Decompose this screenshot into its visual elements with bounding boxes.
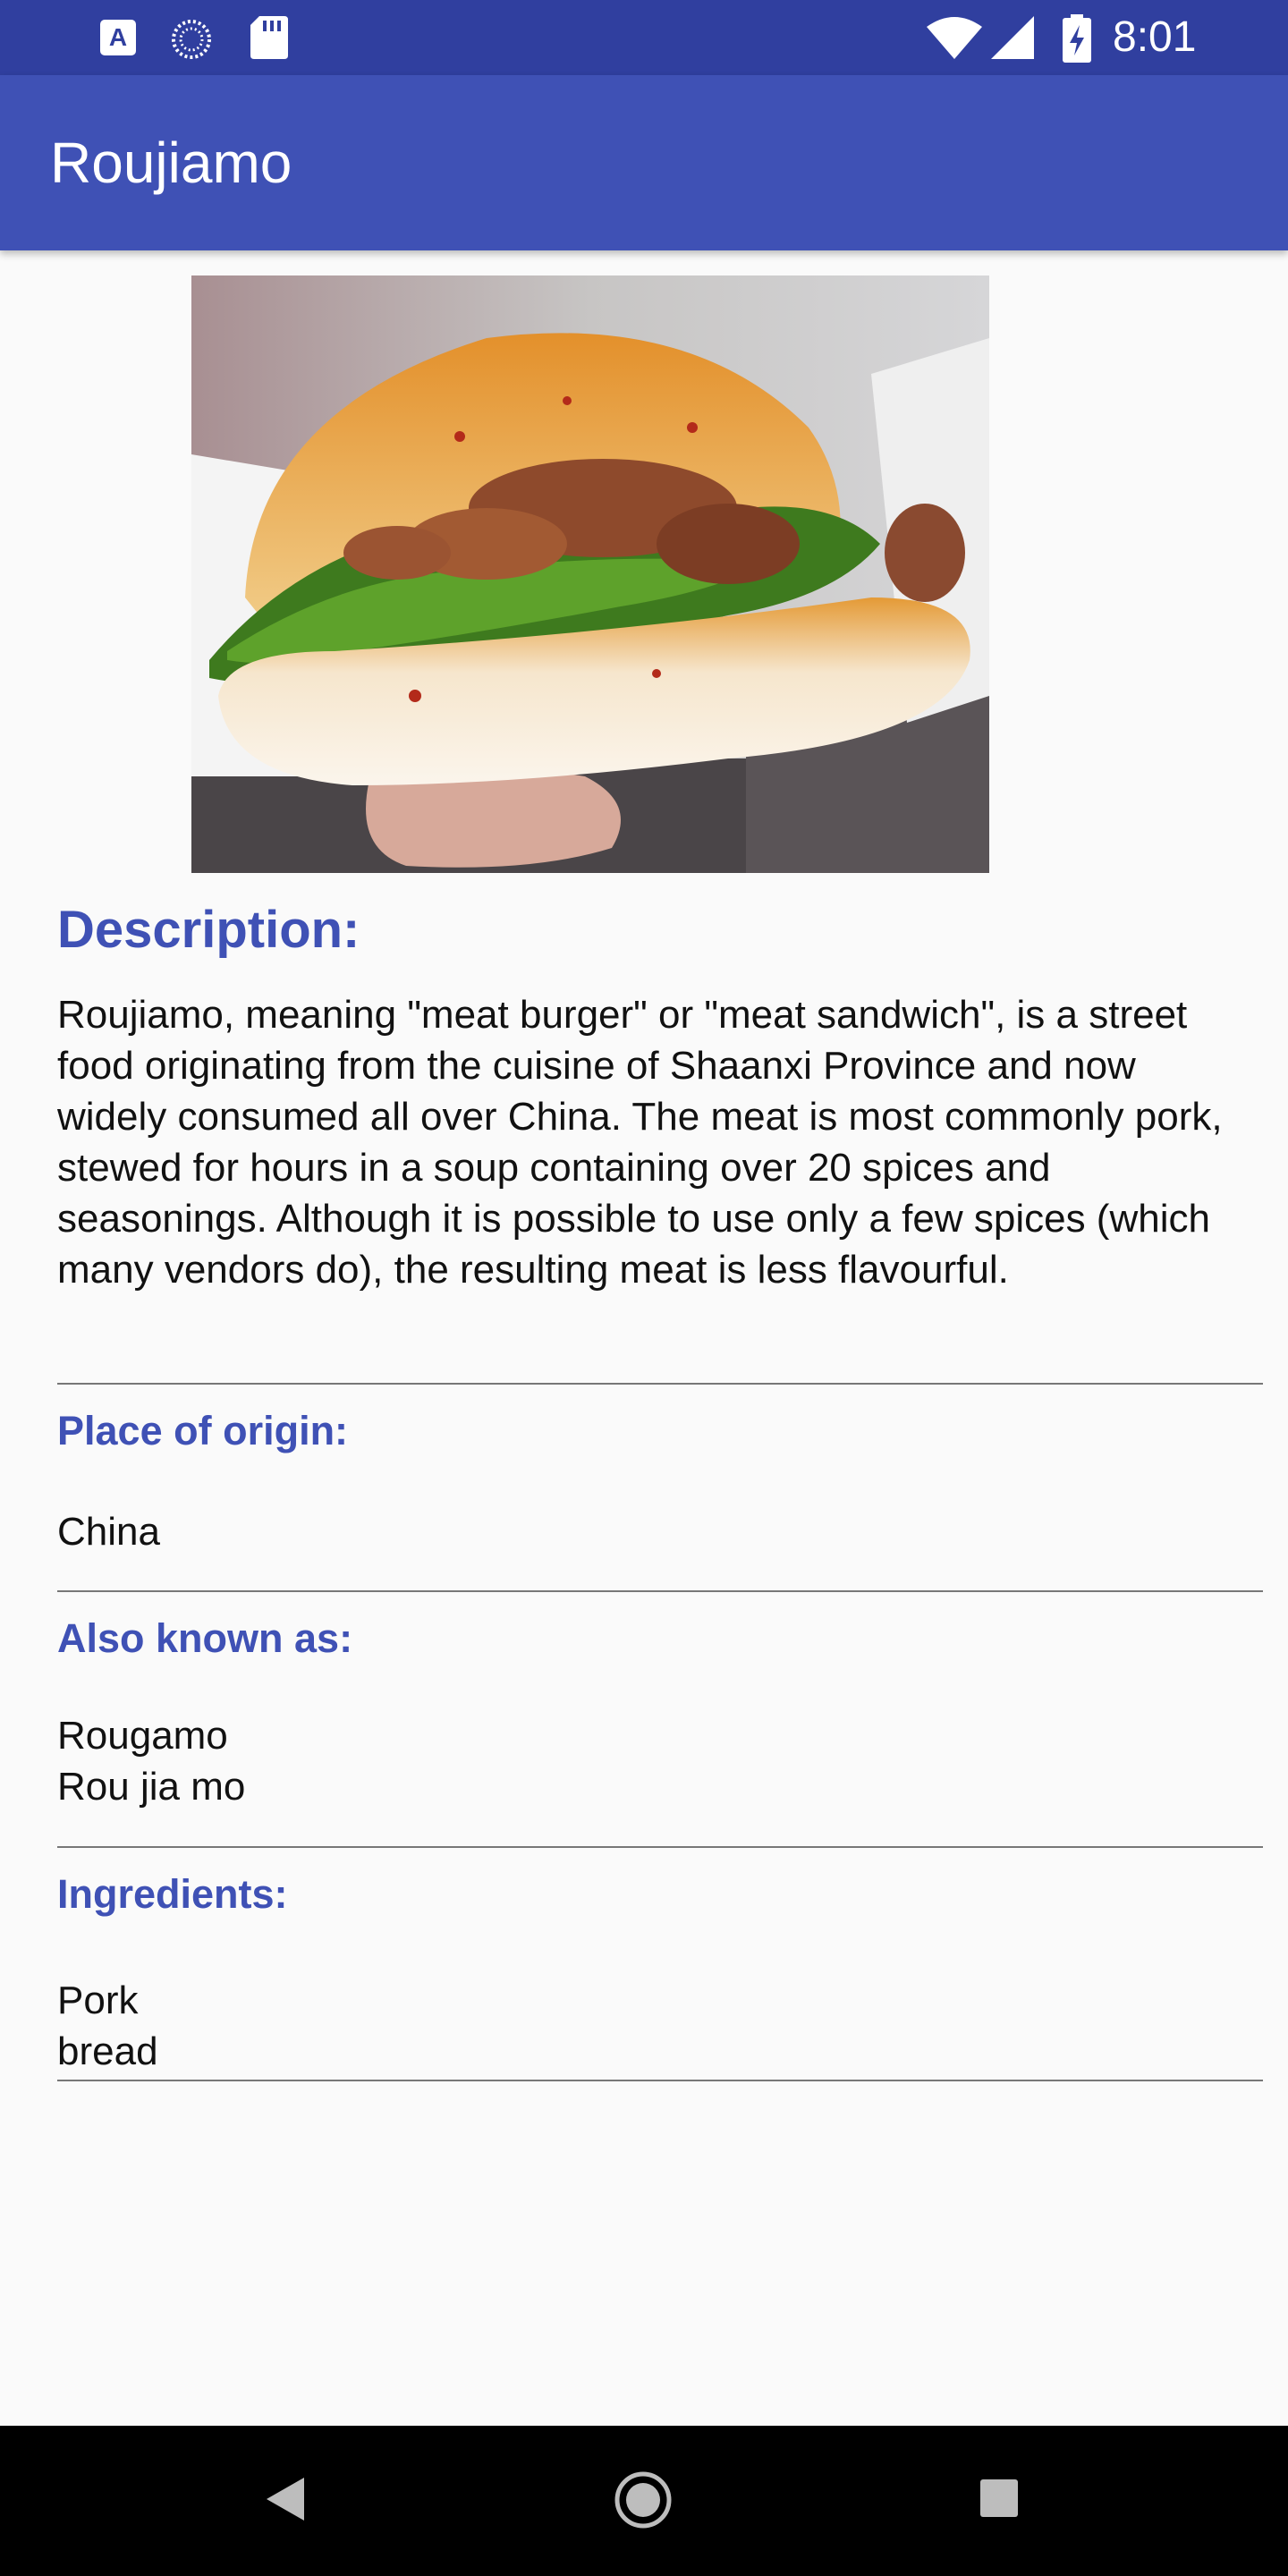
sd-card-icon	[250, 16, 288, 59]
ingredient-item: Pork	[57, 1979, 139, 2022]
app-bar: Roujiamo	[0, 75, 1288, 250]
ingredient-item: bread	[57, 2029, 158, 2073]
divider	[57, 1383, 1263, 1385]
divider	[57, 2080, 1263, 2081]
description-text: Roujiamo, meaning "meat burger" or "meat…	[57, 993, 1223, 1292]
clock: 8:01	[1113, 13, 1197, 61]
ingredients-title: Ingredients:	[57, 1871, 288, 1917]
home-icon[interactable]	[614, 2470, 673, 2529]
sync-dots-icon	[172, 20, 211, 59]
also-known-as-item: Rougamo	[57, 1714, 228, 1758]
divider	[57, 1846, 1263, 1848]
back-icon[interactable]	[265, 2476, 306, 2522]
also-known-as-item: Rou jia mo	[57, 1765, 246, 1809]
battery-charging-icon	[1063, 14, 1091, 63]
wifi-icon	[927, 17, 982, 59]
page-title: Roujiamo	[50, 131, 292, 195]
a-notification-icon: A	[100, 20, 136, 55]
divider	[57, 1590, 1263, 1592]
description-title: Description:	[57, 901, 360, 959]
place-of-origin-title: Place of origin:	[57, 1408, 349, 1453]
place-of-origin-value: China	[57, 1510, 160, 1554]
navigation-bar	[0, 2426, 1288, 2576]
recents-icon[interactable]	[979, 2478, 1020, 2519]
roujiamo-photo	[191, 275, 989, 873]
also-known-as-title: Also known as:	[57, 1615, 353, 1661]
signal-icon	[991, 16, 1034, 59]
status-bar: A 8:01	[0, 0, 1288, 75]
